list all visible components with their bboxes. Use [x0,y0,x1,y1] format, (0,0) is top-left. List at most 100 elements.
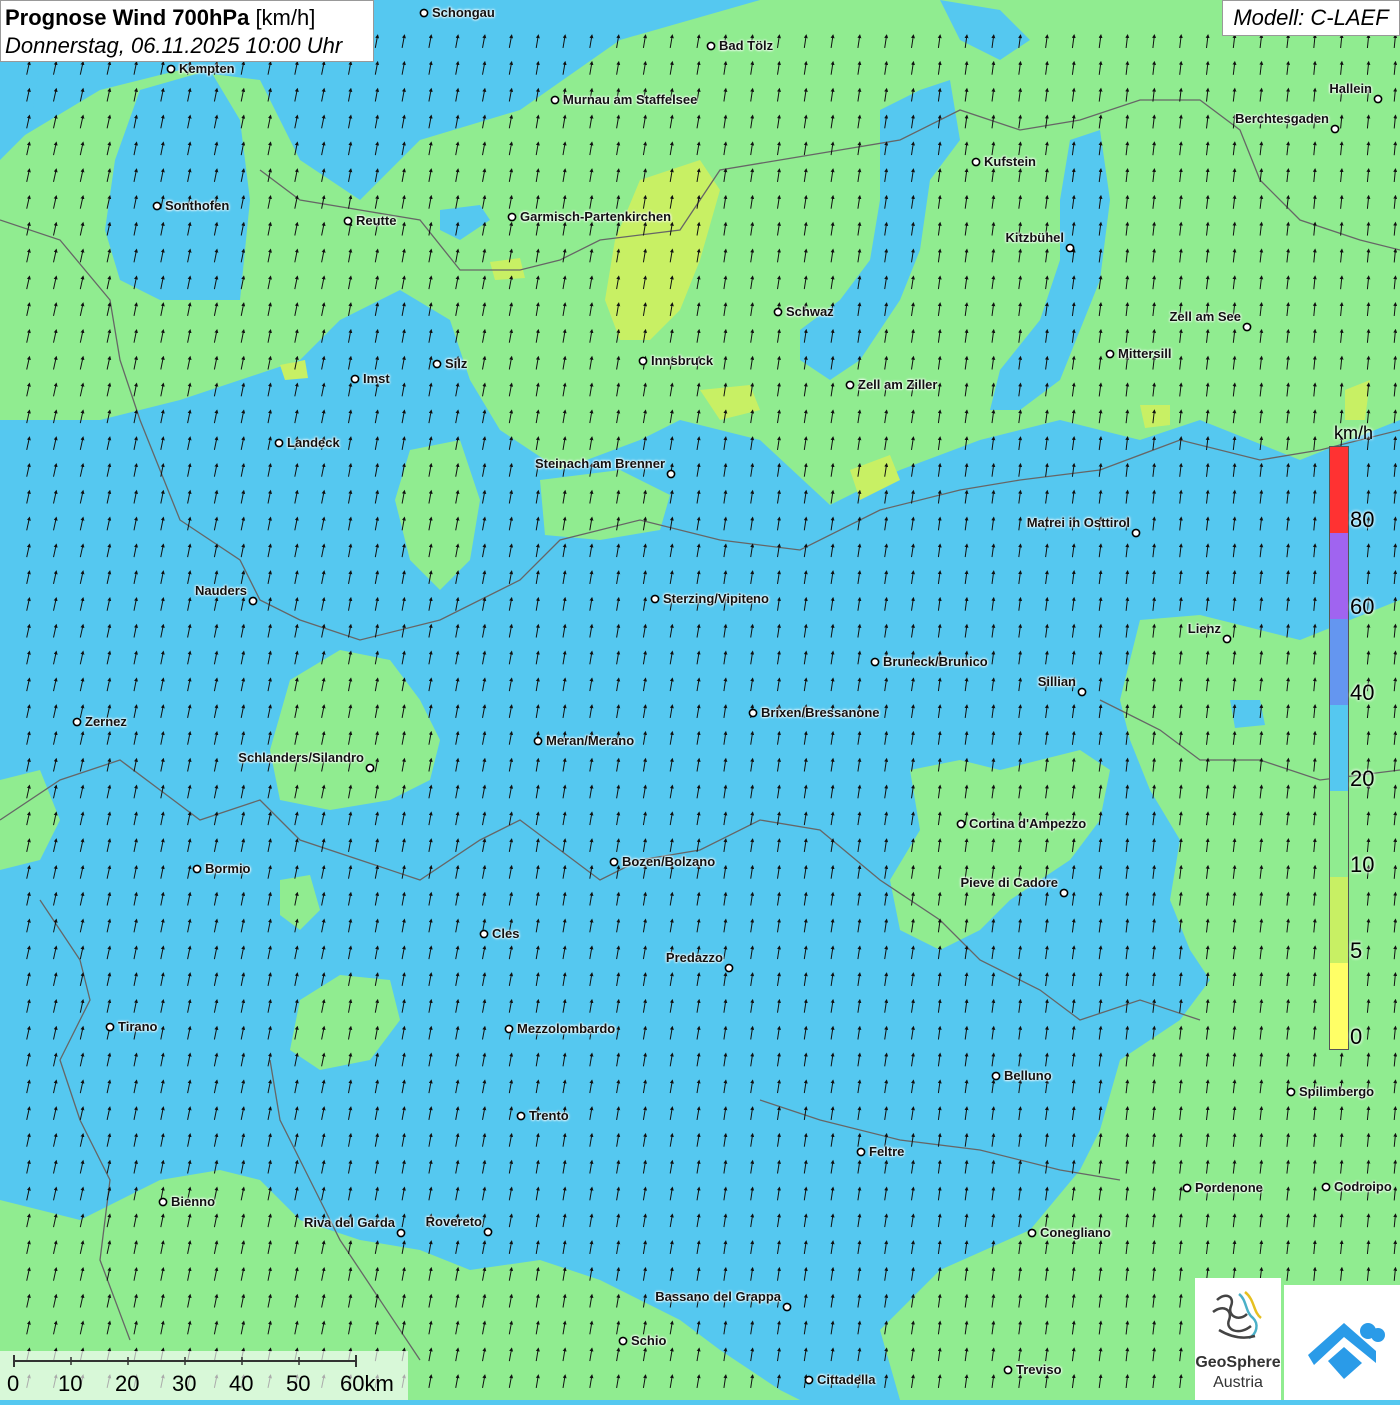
city-marker-icon [1003,1365,1013,1375]
city-marker-icon [1027,1228,1037,1238]
legend-tick: 60 [1350,594,1375,619]
city-label: Imst [363,371,390,386]
city-marker-icon [350,374,360,384]
house-cloud-icon [1308,1323,1385,1379]
city-marker-icon [971,157,981,167]
city-marker-icon [870,657,880,667]
geosphere-swirl-icon [1212,1291,1262,1340]
city-marker-icon [1373,94,1383,104]
legend-seg-40-60 [1330,619,1348,705]
city-marker-icon [343,216,353,226]
legend-tick: 5 [1350,938,1363,963]
scale-bar: 0 10 20 30 40 50 60km [0,1351,408,1400]
legend-seg-0-5 [1330,963,1348,1049]
city-label: Sillian [1037,674,1076,689]
city-marker-icon [650,594,660,604]
city-label: Tirano [118,1019,158,1034]
city-label: Meran/Merano [546,733,635,748]
city-label: Feltre [869,1144,905,1159]
scale-label: 60km [340,1371,394,1396]
geosphere-name: GeoSphere [1195,1354,1281,1371]
city-label: Cles [492,926,520,941]
city-marker-icon [804,1375,814,1385]
city-label: Matrei in Osttirol [1026,515,1130,530]
map-unit: [km/h] [255,5,316,30]
city-marker-icon [845,380,855,390]
city-label: Brixen/Bressanone [761,705,880,720]
city-marker-icon [666,469,676,479]
city-label: Lienz [1187,621,1221,636]
city-label: Landeck [287,435,340,450]
city-marker-icon [1330,124,1340,134]
city-label: Mezzolombardo [517,1021,616,1036]
city-label: Riva del Garda [303,1215,395,1230]
city-marker-icon [419,8,429,18]
city-label: Trento [529,1108,569,1123]
legend-tick: 10 [1350,852,1375,877]
city-label: Pieve di Cadore [960,875,1058,890]
legend-color-bar [1329,446,1349,1050]
city-marker-icon [638,356,648,366]
legend-unit: km/h [1334,423,1374,443]
city-label: Bassano del Grappa [655,1289,781,1304]
city-marker-icon [1321,1182,1331,1192]
city-label: Reutte [356,213,397,228]
city-marker-icon [748,708,758,718]
city-label: Sterzing/Vipiteno [663,591,769,606]
city-marker-icon [1077,687,1087,697]
city-label: Rovereto [425,1214,482,1229]
city-label: Schongau [432,5,495,20]
city-marker-icon [432,359,442,369]
city-label: Bormio [205,861,251,876]
city-marker-icon [158,1197,168,1207]
model-label: Modell: C-LAEF [1222,0,1400,36]
house-logo[interactable] [1284,1285,1400,1400]
city-label: Conegliano [1040,1225,1111,1240]
city-marker-icon [166,64,176,74]
city-marker-icon [72,717,82,727]
city-marker-icon [1065,243,1075,253]
city-marker-icon [609,857,619,867]
city-marker-icon [1242,322,1252,332]
city-label: Cortina d'Ampezzo [969,816,1087,831]
city-label: Berchtesgaden [1235,111,1329,126]
city-label: Zernez [85,714,127,729]
city-marker-icon [396,1228,406,1238]
city-marker-icon [1131,528,1141,538]
scale-label: 40 [229,1371,254,1396]
city-marker-icon [507,212,517,222]
legend-seg-10-20 [1330,791,1348,877]
city-label: Sonthofen [165,198,230,213]
city-marker-icon [782,1302,792,1312]
city-label: Predazzo [665,950,723,965]
city-marker-icon [1222,634,1232,644]
scale-label: 30 [172,1371,197,1396]
geosphere-logo[interactable]: GeoSphere Austria [1195,1278,1281,1400]
city-label: Mittersill [1118,346,1172,361]
legend-seg-80-plus [1330,447,1348,533]
city-marker-icon [152,201,162,211]
city-marker-icon [105,1022,115,1032]
legend-tick: 0 [1350,1024,1363,1049]
city-label: Kempten [179,61,235,76]
city-label: Spilimbergo [1299,1084,1375,1099]
city-marker-icon [773,307,783,317]
city-label: Garmisch-Partenkirchen [520,209,672,224]
city-marker-icon [479,929,489,939]
city-label: Cittadella [817,1372,876,1387]
legend-seg-5-10 [1330,877,1348,963]
map-title: Prognose Wind 700hPa [5,5,250,30]
city-label: Schlanders/Silandro [238,750,364,765]
city-marker-icon [856,1147,866,1157]
city-marker-icon [1286,1087,1296,1097]
city-label: Bozen/Bolzano [622,854,716,869]
legend-seg-20-40 [1330,705,1348,791]
city-label: Steinach am Brenner [534,456,665,471]
city-label: Codroipo [1334,1179,1392,1194]
city-marker-icon [483,1227,493,1237]
city-marker-icon [1059,888,1069,898]
scale-label: 0 [7,1371,20,1396]
city-label: Treviso [1016,1362,1062,1377]
city-marker-icon [1182,1183,1192,1193]
scale-label: 50 [286,1371,311,1396]
